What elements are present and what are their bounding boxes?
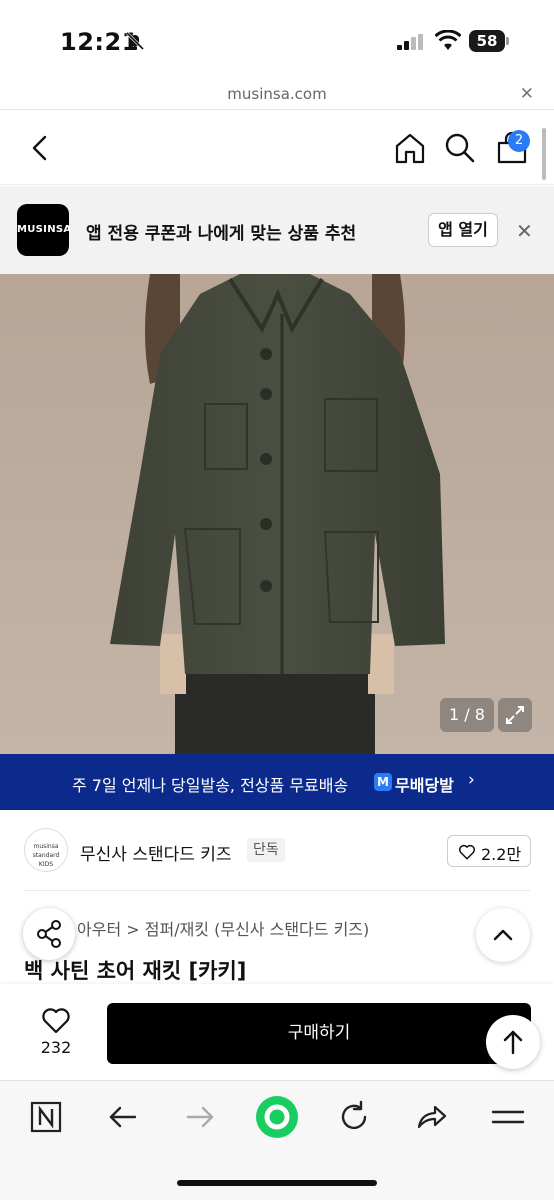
status-bar: 12:21 58 [0,0,554,80]
brand-like-button[interactable]: 2.2만 [447,835,531,867]
search-icon[interactable] [442,130,478,166]
breadcrumb[interactable]: 키즈 > 아우터 > 점퍼/재킷 (무신사 스탠다드 키즈) [24,916,369,940]
brand-name[interactable]: 무신사 스탠다드 키즈 [80,840,232,865]
cell-signal-icon [397,34,423,50]
buy-button[interactable]: 구매하기 [107,1003,531,1064]
product-image[interactable] [0,274,554,754]
share-button[interactable] [23,908,75,960]
product-like-button[interactable]: 232 [26,1004,86,1060]
bell-slash-icon [125,31,145,51]
scroll-indicator [542,128,546,180]
brand-logo[interactable]: musinsa standard KIDS [24,828,68,872]
back-arrow-icon[interactable] [105,1099,141,1135]
image-counter: 1 / 8 [440,698,494,732]
green-dot-icon[interactable] [254,1094,300,1140]
heart-icon [458,844,476,860]
site-header [0,111,554,185]
url-text[interactable]: musinsa.com [0,85,554,103]
share-icon [37,920,61,948]
open-app-button[interactable]: 앱 열기 [428,213,498,247]
promo-badge: M [374,773,392,791]
home-indicator [177,1180,377,1186]
collapse-button[interactable] [476,908,530,962]
battery-icon: 58 [469,30,509,52]
battery-level: 58 [469,30,505,52]
forward-arrow-icon[interactable] [182,1099,218,1135]
shipping-promo-banner[interactable]: 주 7일 언제나 당일발송, 전상품 무료배송 M 무배당발 › [0,754,554,810]
wifi-icon [435,30,461,50]
home-icon[interactable] [392,130,428,166]
arrow-up-icon [503,1030,523,1055]
promo-text: 주 7일 언제나 당일발송, 전상품 무료배송 [72,776,349,795]
divider [24,890,530,891]
cart-count-badge: 2 [508,130,530,152]
musinsa-logo: MUSINSA [17,204,71,256]
exclusive-tag: 단독 [247,838,285,862]
app-banner-text: 앱 전용 쿠폰과 나에게 맞는 상품 추천 [86,224,357,244]
promo-brand: 무배당발 [395,776,454,795]
menu-icon[interactable] [490,1099,526,1135]
share-arrow-icon[interactable] [413,1099,449,1135]
close-icon[interactable]: ✕ [516,219,533,243]
app-promo-banner: MUSINSA 앱 전용 쿠폰과 나에게 맞는 상품 추천 앱 열기 ✕ [0,186,554,274]
heart-icon [42,1008,70,1034]
back-icon[interactable] [22,130,58,166]
close-icon[interactable]: ✕ [520,84,534,104]
chevron-up-icon [493,929,513,941]
brand-like-count: 2.2만 [481,845,522,864]
naver-n-icon[interactable] [28,1099,64,1135]
url-bar[interactable]: musinsa.com ✕ [0,80,554,110]
scroll-top-button[interactable] [486,1015,540,1069]
expand-icon[interactable] [498,698,532,732]
product-like-count: 232 [40,1038,72,1057]
chevron-right-icon: › [468,770,475,790]
reload-icon[interactable] [336,1099,372,1135]
